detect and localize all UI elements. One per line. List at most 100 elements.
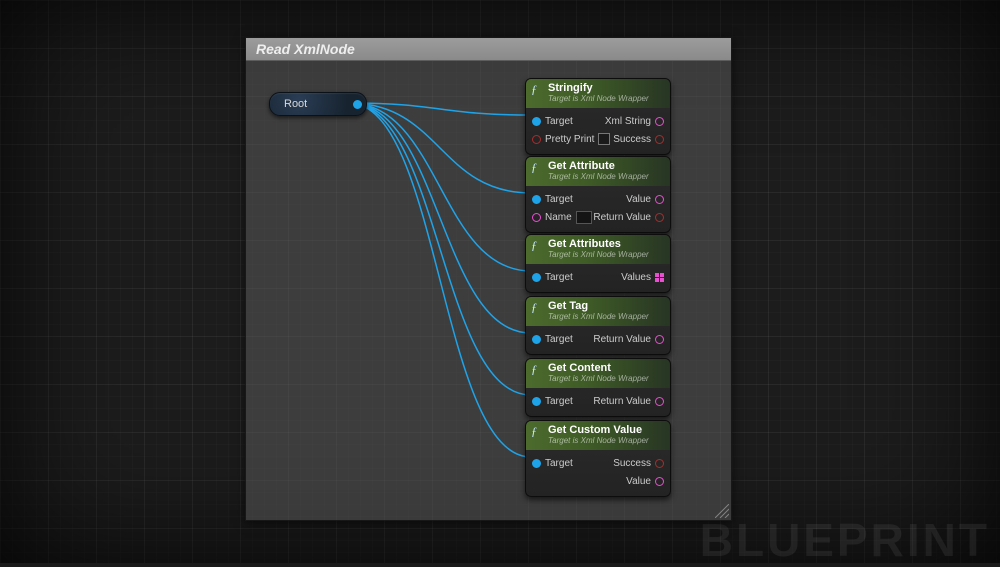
node-header[interactable]: ƒ Get TagTarget is Xml Node Wrapper [526,297,670,326]
function-icon: ƒ [531,300,544,313]
node-body: Target Xml String Pretty Print Success [526,108,670,154]
function-icon: ƒ [531,424,544,437]
pin-label: Pretty Print [545,134,594,145]
function-node-gettag[interactable]: ƒ Get TagTarget is Xml Node Wrapper Target… [525,296,671,355]
pin-label: Xml String [605,116,651,127]
input-pin[interactable] [532,459,541,468]
pin-row: Pretty Print Success [532,130,664,148]
pin-label: Target [545,334,573,345]
svg-text:ƒ: ƒ [531,362,537,375]
node-subtitle: Target is Xml Node Wrapper [548,250,664,260]
input-pin[interactable] [532,135,541,144]
function-node-getattributes[interactable]: ƒ Get AttributesTarget is Xml Node Wrappe… [525,234,671,293]
pin-row: Target Values [532,268,664,286]
output-pin[interactable] [655,195,664,204]
svg-text:ƒ: ƒ [531,300,537,313]
comment-title[interactable]: Read XmlNode [246,38,731,61]
input-pin[interactable] [532,335,541,344]
wire [349,103,531,115]
node-subtitle: Target is Xml Node Wrapper [548,172,664,182]
pin-row: Target Success [532,454,664,472]
output-pin[interactable] [655,459,664,468]
comment-panel[interactable]: Read XmlNode Root ƒStringifyTarget is Xm… [245,37,732,521]
pin-row: Value [532,472,664,490]
wire [349,103,531,333]
node-body: Target Success Value [526,450,670,496]
node-title: Get Custom Value [548,423,664,436]
function-icon: ƒ [531,82,544,95]
pin-label: Target [545,194,573,205]
input-pin[interactable] [532,397,541,406]
root-label: Root [284,98,307,110]
function-node-getattribute[interactable]: ƒ Get AttributeTarget is Xml Node Wrapper… [525,156,671,233]
map-output-icon[interactable] [655,273,664,282]
resize-handle-icon[interactable] [715,504,729,518]
pin-row: Target Return Value [532,392,664,410]
root-variable-node[interactable]: Root [269,92,367,116]
pin-label: Success [613,134,651,145]
node-header[interactable]: ƒ Get AttributesTarget is Xml Node Wrappe… [526,235,670,264]
function-icon: ƒ [531,362,544,375]
svg-text:ƒ: ƒ [531,82,537,95]
output-pin[interactable] [655,213,664,222]
node-title: Get Tag [548,299,664,312]
node-title: Get Content [548,361,664,374]
svg-text:ƒ: ƒ [531,160,537,173]
input-pin[interactable] [532,213,541,222]
function-node-stringify[interactable]: ƒ StringifyTarget is Xml Node Wrapper Targ… [525,78,671,155]
node-body: Target Return Value [526,388,670,416]
wire [349,103,531,193]
watermark-text: BLUEPRINT [700,513,990,567]
pin-label: Values [621,272,651,283]
pin-row: Target Value [532,190,664,208]
node-body: Target Value Name Return Value [526,186,670,232]
pin-label: Return Value [593,212,651,223]
pin-label: Success [613,458,651,469]
pin-row: Target Xml String [532,112,664,130]
node-title: Get Attribute [548,159,664,172]
checkbox-icon[interactable] [598,133,610,145]
wire [349,103,531,457]
output-pin[interactable] [655,335,664,344]
output-pin[interactable] [655,135,664,144]
node-body: Target Values [526,264,670,292]
node-subtitle: Target is Xml Node Wrapper [548,94,664,104]
pin-label: Value [626,194,651,205]
pin-label: Target [545,458,573,469]
input-pin[interactable] [532,273,541,282]
node-header[interactable]: ƒ Get AttributeTarget is Xml Node Wrapper [526,157,670,186]
input-pin[interactable] [532,195,541,204]
pin-label: Target [545,396,573,407]
function-node-getcustomvalue[interactable]: ƒ Get Custom ValueTarget is Xml Node Wrap… [525,420,671,497]
svg-text:ƒ: ƒ [531,238,537,251]
output-pin[interactable] [655,117,664,126]
pin-row: Target Return Value [532,330,664,348]
node-header[interactable]: ƒ Get ContentTarget is Xml Node Wrapper [526,359,670,388]
node-header[interactable]: ƒ Get Custom ValueTarget is Xml Node Wrap… [526,421,670,450]
node-subtitle: Target is Xml Node Wrapper [548,436,664,446]
svg-text:ƒ: ƒ [531,424,537,437]
textbox-icon[interactable] [576,211,592,224]
root-output-pin[interactable] [353,100,362,109]
pin-label: Target [545,116,573,127]
pin-label: Value [626,476,651,487]
pin-label: Return Value [593,334,651,345]
node-title: Stringify [548,81,664,94]
function-icon: ƒ [531,160,544,173]
input-pin[interactable] [532,117,541,126]
node-body: Target Return Value [526,326,670,354]
node-subtitle: Target is Xml Node Wrapper [548,374,664,384]
pin-label: Target [545,272,573,283]
wire [349,103,531,395]
pin-label: Return Value [593,396,651,407]
pin-row: Name Return Value [532,208,664,226]
node-header[interactable]: ƒ StringifyTarget is Xml Node Wrapper [526,79,670,108]
node-subtitle: Target is Xml Node Wrapper [548,312,664,322]
function-icon: ƒ [531,238,544,251]
output-pin[interactable] [655,477,664,486]
node-title: Get Attributes [548,237,664,250]
output-pin[interactable] [655,397,664,406]
function-node-getcontent[interactable]: ƒ Get ContentTarget is Xml Node Wrapper Ta… [525,358,671,417]
pin-label: Name [545,212,572,223]
wire [349,103,531,271]
